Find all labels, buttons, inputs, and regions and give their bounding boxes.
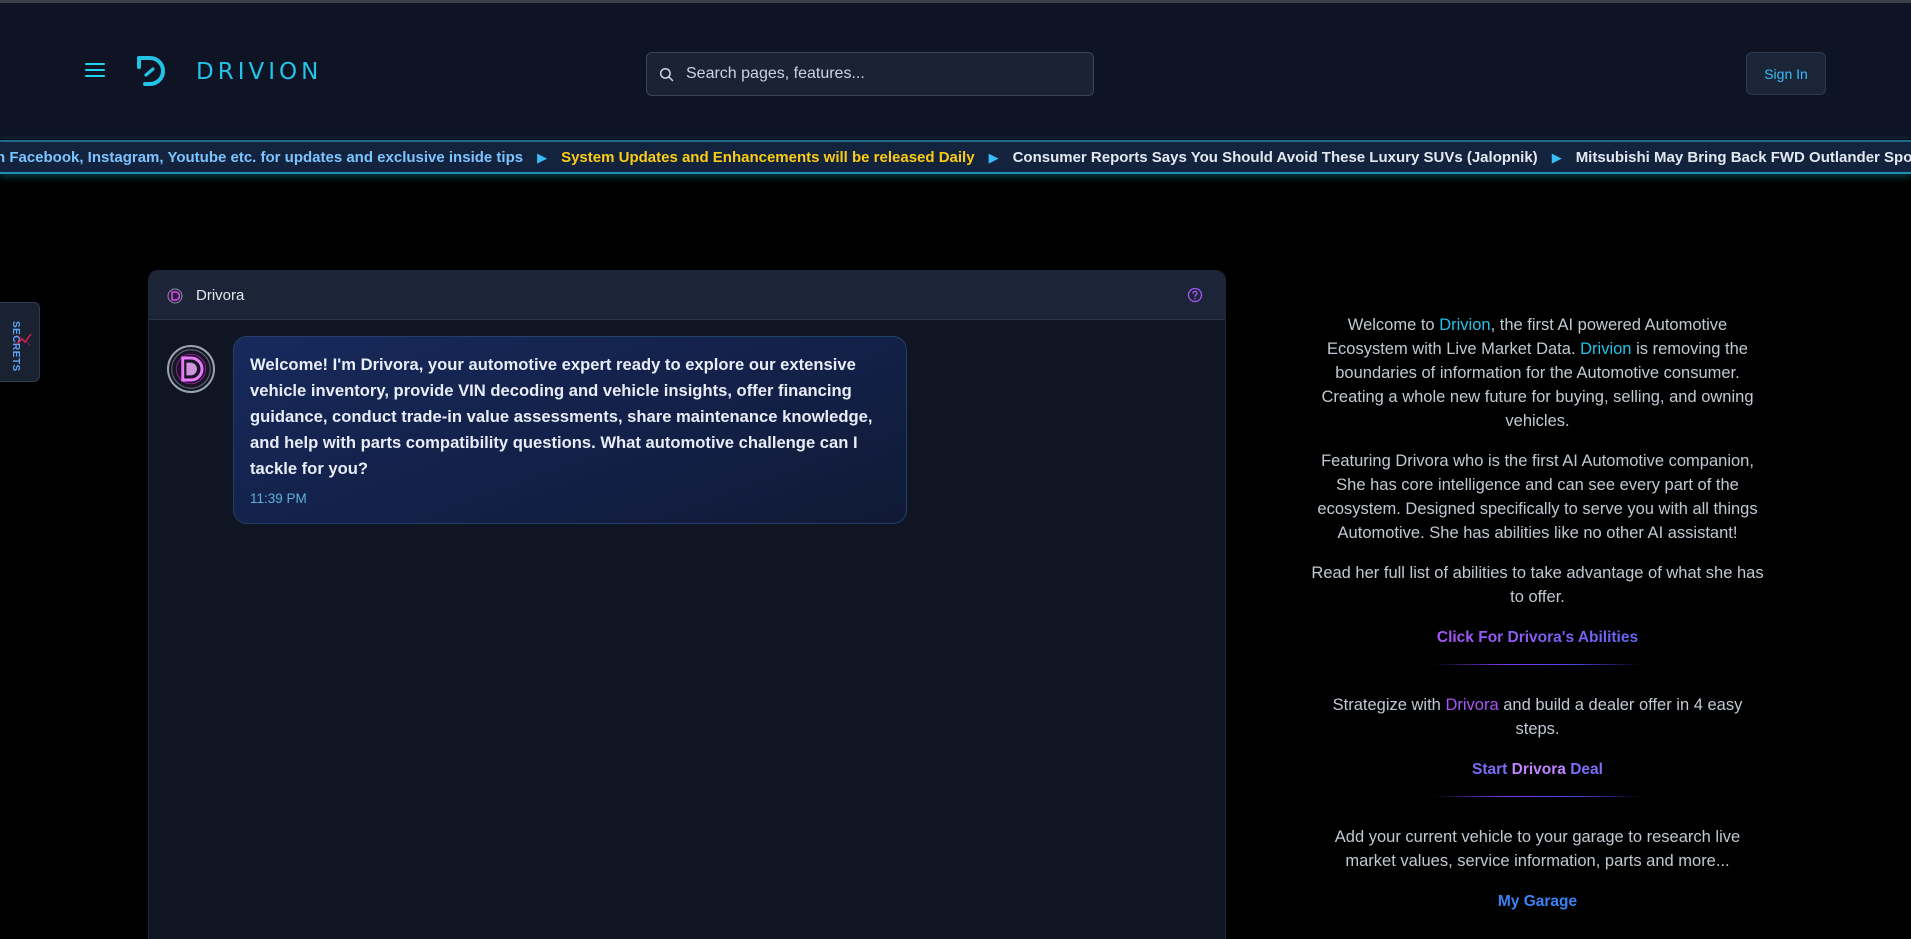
assistant-message-bubble: Welcome! I'm Drivora, your automotive ex… [233,336,907,524]
chart-trend-icon [16,333,32,346]
deal-link-brand: Drivora [1511,761,1566,778]
chat-panel: Drivora Welcome! I'm Drivora, your autom… [148,270,1226,939]
menu-icon[interactable] [85,63,105,79]
strategize-text: and build a dealer offer in 4 easy steps… [1498,696,1743,738]
message-text: Welcome! I'm Drivora, your automotive ex… [250,355,873,478]
drivion-logo-icon[interactable] [133,53,169,89]
divider [1432,664,1643,665]
search-box[interactable] [646,52,1094,96]
brand-highlight: Drivion [1439,316,1491,334]
chat-title: Drivora [196,287,245,304]
search-input[interactable] [686,65,1086,83]
brand-wordmark[interactable]: DRIVION [196,59,322,85]
ticker-item[interactable]: Consumer Reports Says You Should Avoid T… [1013,149,1538,166]
drivora-avatar-icon [167,288,183,304]
ticker-track: n Facebook, Instagram, Youtube etc. for … [0,149,1911,166]
garage-paragraph: Add your current vehicle to your garage … [1334,828,1741,870]
strategize-text: Strategize with [1332,696,1446,714]
garage-link-wrap: My Garage [1310,889,1765,914]
ticker-item[interactable]: Mitsubishi May Bring Back FWD Outlander … [1576,149,1911,166]
help-icon[interactable] [1187,287,1203,303]
welcome-info-column: Welcome to Drivion, the first AI powered… [1310,313,1765,939]
message-timestamp: 11:39 PM [250,491,307,506]
brand-highlight: Drivion [1580,340,1632,358]
play-arrow-icon: ▶ [988,149,999,165]
abilities-intro-paragraph: Read her full list of abilities to take … [1311,564,1764,606]
news-ticker: n Facebook, Instagram, Youtube etc. for … [0,140,1911,174]
my-garage-link[interactable]: My Garage [1498,893,1577,910]
ticker-item[interactable]: n Facebook, Instagram, Youtube etc. for … [0,149,523,166]
deal-link-text: Start [1472,761,1512,778]
strategize-paragraph: Strategize with Drivora and build a deal… [1310,693,1765,741]
play-arrow-icon: ▶ [537,149,548,165]
sign-in-button[interactable]: Sign In [1746,52,1826,95]
abilities-link-wrap: Click For Drivora's Abilities [1310,625,1765,665]
intro-text: Welcome to [1347,316,1440,334]
search-icon [659,67,674,81]
chat-header: Drivora [149,271,1225,320]
divider [1432,796,1643,797]
ticker-item[interactable]: System Updates and Enhancements will be … [561,149,975,166]
abilities-link[interactable]: Click For Drivora's Abilities [1437,626,1638,650]
intro-paragraph: Welcome to Drivion, the first AI powered… [1310,313,1765,433]
site-header: DRIVION Sign In [0,3,1911,139]
drivora-avatar [167,345,215,393]
play-arrow-icon: ▶ [1551,149,1562,165]
drivora-highlight: Drivora [1445,696,1499,714]
deal-link-text: Deal [1565,761,1603,778]
start-deal-link[interactable]: Start Drivora Deal [1472,761,1603,778]
deal-link-wrap: Start Drivora Deal [1310,757,1765,797]
drivora-feature-paragraph: Featuring Drivora who is the first AI Au… [1317,452,1758,542]
secrets-side-tab[interactable]: SECRETS [0,302,40,382]
